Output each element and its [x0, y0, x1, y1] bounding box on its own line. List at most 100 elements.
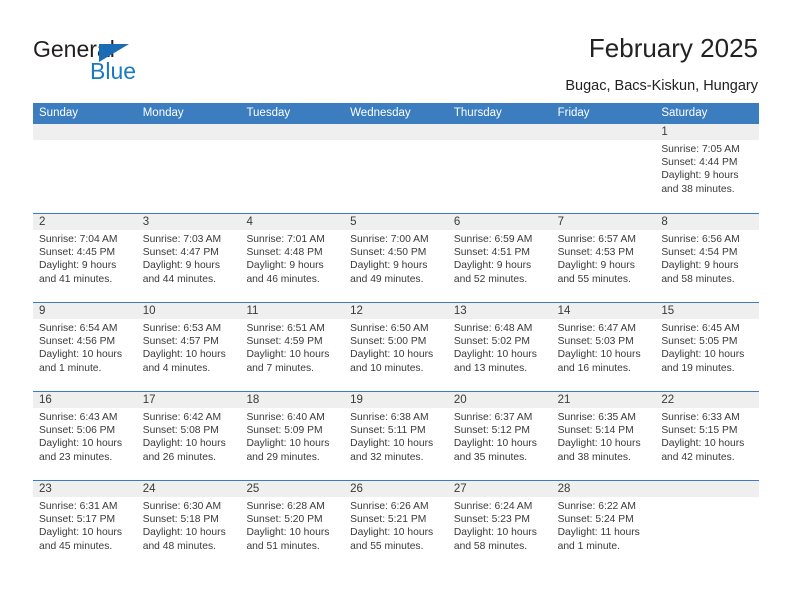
- sunrise-text: Sunrise: 6:45 AM: [661, 323, 740, 334]
- sunset-text: Sunset: 4:54 PM: [661, 247, 738, 259]
- day-info: Sunrise: 6:35 AM Sunset: 5:14 PM Dayligh…: [552, 408, 656, 464]
- day-cell[interactable]: 9 Sunrise: 6:54 AM Sunset: 4:56 PM Dayli…: [33, 303, 137, 391]
- day-cell[interactable]: 24 Sunrise: 6:30 AM Sunset: 5:18 PM Dayl…: [136, 481, 241, 569]
- day-number: 12: [344, 303, 448, 319]
- daylight-text: Daylight: 10 hours and 35 minutes.: [453, 438, 537, 463]
- day-cell[interactable]: 5 Sunrise: 7:00 AM Sunset: 4:50 PM Dayli…: [344, 214, 448, 302]
- sunrise-text: Sunrise: 6:47 AM: [557, 323, 637, 334]
- daylight-text: Daylight: 9 hours and 46 minutes.: [246, 260, 324, 285]
- sunset-text: Sunset: 5:06 PM: [39, 425, 116, 437]
- page-subtitle: Bugac, Bacs-Kiskun, Hungary: [565, 78, 758, 94]
- day-number: 7: [551, 214, 656, 230]
- day-info: [240, 140, 344, 143]
- day-info: [344, 140, 448, 143]
- day-cell[interactable]: 11 Sunrise: 6:51 AM Sunset: 4:59 PM Dayl…: [240, 303, 345, 391]
- sunset-text: Sunset: 4:44 PM: [661, 157, 738, 169]
- day-cell[interactable]: 20 Sunrise: 6:37 AM Sunset: 5:12 PM Dayl…: [447, 392, 552, 480]
- sunrise-text: Sunrise: 6:22 AM: [557, 501, 637, 512]
- sunrise-text: Sunrise: 6:26 AM: [350, 501, 429, 512]
- day-cell[interactable]: 16 Sunrise: 6:43 AM Sunset: 5:06 PM Dayl…: [33, 392, 137, 480]
- day-cell[interactable]: 13 Sunrise: 6:48 AM Sunset: 5:02 PM Dayl…: [447, 303, 552, 391]
- day-number: 3: [136, 214, 241, 230]
- day-cell[interactable]: 17 Sunrise: 6:42 AM Sunset: 5:08 PM Dayl…: [136, 392, 241, 480]
- day-number: [136, 124, 241, 140]
- day-info: Sunrise: 6:22 AM Sunset: 5:24 PM Dayligh…: [552, 497, 656, 553]
- daylight-text: Daylight: 10 hours and 16 minutes.: [557, 349, 641, 374]
- daylight-text: Daylight: 10 hours and 55 minutes.: [350, 527, 434, 552]
- day-cell[interactable]: 8 Sunrise: 6:56 AM Sunset: 4:54 PM Dayli…: [655, 214, 760, 302]
- sunset-text: Sunset: 5:21 PM: [350, 514, 427, 526]
- weekday-header-sunday: Sunday: [39, 107, 79, 119]
- day-info: Sunrise: 7:05 AM Sunset: 4:44 PM Dayligh…: [655, 140, 759, 196]
- day-cell[interactable]: 7 Sunrise: 6:57 AM Sunset: 4:53 PM Dayli…: [551, 214, 656, 302]
- day-cell[interactable]: [33, 124, 137, 213]
- sunset-text: Sunset: 5:00 PM: [350, 336, 427, 348]
- day-number: 10: [136, 303, 241, 319]
- weekday-header-friday: Friday: [557, 107, 590, 119]
- day-info: Sunrise: 6:51 AM Sunset: 4:59 PM Dayligh…: [240, 319, 344, 375]
- sunset-text: Sunset: 4:51 PM: [453, 247, 531, 259]
- day-number: 18: [240, 392, 345, 408]
- day-cell[interactable]: 21 Sunrise: 6:35 AM Sunset: 5:14 PM Dayl…: [551, 392, 656, 480]
- sunset-text: Sunset: 5:12 PM: [453, 425, 531, 437]
- day-cell[interactable]: 1 Sunrise: 7:05 AM Sunset: 4:44 PM Dayli…: [655, 124, 760, 213]
- day-cell[interactable]: 10 Sunrise: 6:53 AM Sunset: 4:57 PM Dayl…: [136, 303, 241, 391]
- sunset-text: Sunset: 4:47 PM: [142, 247, 219, 259]
- day-number: 19: [344, 392, 448, 408]
- day-info: Sunrise: 6:50 AM Sunset: 5:00 PM Dayligh…: [344, 319, 448, 375]
- day-cell[interactable]: 26 Sunrise: 6:26 AM Sunset: 5:21 PM Dayl…: [344, 481, 448, 569]
- day-cell[interactable]: 6 Sunrise: 6:59 AM Sunset: 4:51 PM Dayli…: [447, 214, 552, 302]
- daylight-text: Daylight: 10 hours and 48 minutes.: [142, 527, 226, 552]
- day-cell[interactable]: 4 Sunrise: 7:01 AM Sunset: 4:48 PM Dayli…: [240, 214, 345, 302]
- day-info: Sunrise: 6:24 AM Sunset: 5:23 PM Dayligh…: [448, 497, 552, 553]
- daylight-text: Daylight: 9 hours and 52 minutes.: [453, 260, 532, 285]
- day-cell[interactable]: 28 Sunrise: 6:22 AM Sunset: 5:24 PM Dayl…: [551, 481, 656, 569]
- day-number: 6: [447, 214, 552, 230]
- day-cell[interactable]: 12 Sunrise: 6:50 AM Sunset: 5:00 PM Dayl…: [344, 303, 448, 391]
- day-number: 26: [344, 481, 448, 497]
- sunset-text: Sunset: 5:09 PM: [246, 425, 323, 437]
- day-number: 25: [240, 481, 345, 497]
- day-cell[interactable]: 3 Sunrise: 7:03 AM Sunset: 4:47 PM Dayli…: [136, 214, 241, 302]
- day-cell[interactable]: [344, 124, 448, 213]
- day-cell[interactable]: [551, 124, 656, 213]
- day-cell[interactable]: 19 Sunrise: 6:38 AM Sunset: 5:11 PM Dayl…: [344, 392, 448, 480]
- day-cell[interactable]: 2 Sunrise: 7:04 AM Sunset: 4:45 PM Dayli…: [33, 214, 137, 302]
- day-info: Sunrise: 6:31 AM Sunset: 5:17 PM Dayligh…: [33, 497, 137, 553]
- daylight-text: Daylight: 9 hours and 58 minutes.: [661, 260, 739, 285]
- day-cell[interactable]: [655, 481, 760, 569]
- daylight-text: Daylight: 10 hours and 4 minutes.: [142, 349, 226, 374]
- day-number: 27: [447, 481, 552, 497]
- day-cell[interactable]: 22 Sunrise: 6:33 AM Sunset: 5:15 PM Dayl…: [655, 392, 760, 480]
- day-cell[interactable]: 27 Sunrise: 6:24 AM Sunset: 5:23 PM Dayl…: [447, 481, 552, 569]
- sunset-text: Sunset: 4:56 PM: [39, 336, 116, 348]
- day-cell[interactable]: 23 Sunrise: 6:31 AM Sunset: 5:17 PM Dayl…: [33, 481, 137, 569]
- sunrise-text: Sunrise: 7:04 AM: [39, 234, 118, 245]
- daylight-text: Daylight: 9 hours and 38 minutes.: [661, 170, 739, 195]
- day-cell[interactable]: [240, 124, 345, 213]
- day-cell[interactable]: 25 Sunrise: 6:28 AM Sunset: 5:20 PM Dayl…: [240, 481, 345, 569]
- sunrise-text: Sunrise: 6:33 AM: [661, 412, 740, 423]
- day-cell[interactable]: 15 Sunrise: 6:45 AM Sunset: 5:05 PM Dayl…: [655, 303, 760, 391]
- weekday-header-monday: Monday: [142, 107, 184, 119]
- day-cell[interactable]: [447, 124, 552, 213]
- calendar-week-row: 1 Sunrise: 7:05 AM Sunset: 4:44 PM Dayli…: [33, 124, 760, 213]
- calendar-page: General Blue February 2025 Bugac, Bacs-K…: [0, 0, 792, 612]
- day-info: Sunrise: 7:03 AM Sunset: 4:47 PM Dayligh…: [137, 230, 241, 286]
- sunset-text: Sunset: 5:14 PM: [557, 425, 634, 437]
- day-cell[interactable]: 18 Sunrise: 6:40 AM Sunset: 5:09 PM Dayl…: [240, 392, 345, 480]
- sunrise-text: Sunrise: 7:00 AM: [350, 234, 429, 245]
- sunset-text: Sunset: 4:45 PM: [39, 247, 116, 259]
- day-info: Sunrise: 6:59 AM Sunset: 4:51 PM Dayligh…: [448, 230, 552, 286]
- sunrise-text: Sunrise: 6:50 AM: [350, 323, 429, 334]
- day-info: Sunrise: 6:37 AM Sunset: 5:12 PM Dayligh…: [448, 408, 552, 464]
- day-cell[interactable]: [136, 124, 241, 213]
- calendar-week-row: 9 Sunrise: 6:54 AM Sunset: 4:56 PM Dayli…: [33, 302, 760, 391]
- day-number: [551, 124, 656, 140]
- day-number: 4: [240, 214, 345, 230]
- weekday-header-thursday: Thursday: [453, 107, 502, 119]
- sunrise-text: Sunrise: 6:35 AM: [557, 412, 637, 423]
- day-cell[interactable]: 14 Sunrise: 6:47 AM Sunset: 5:03 PM Dayl…: [551, 303, 656, 391]
- day-number: 11: [240, 303, 345, 319]
- day-info: Sunrise: 7:01 AM Sunset: 4:48 PM Dayligh…: [240, 230, 344, 286]
